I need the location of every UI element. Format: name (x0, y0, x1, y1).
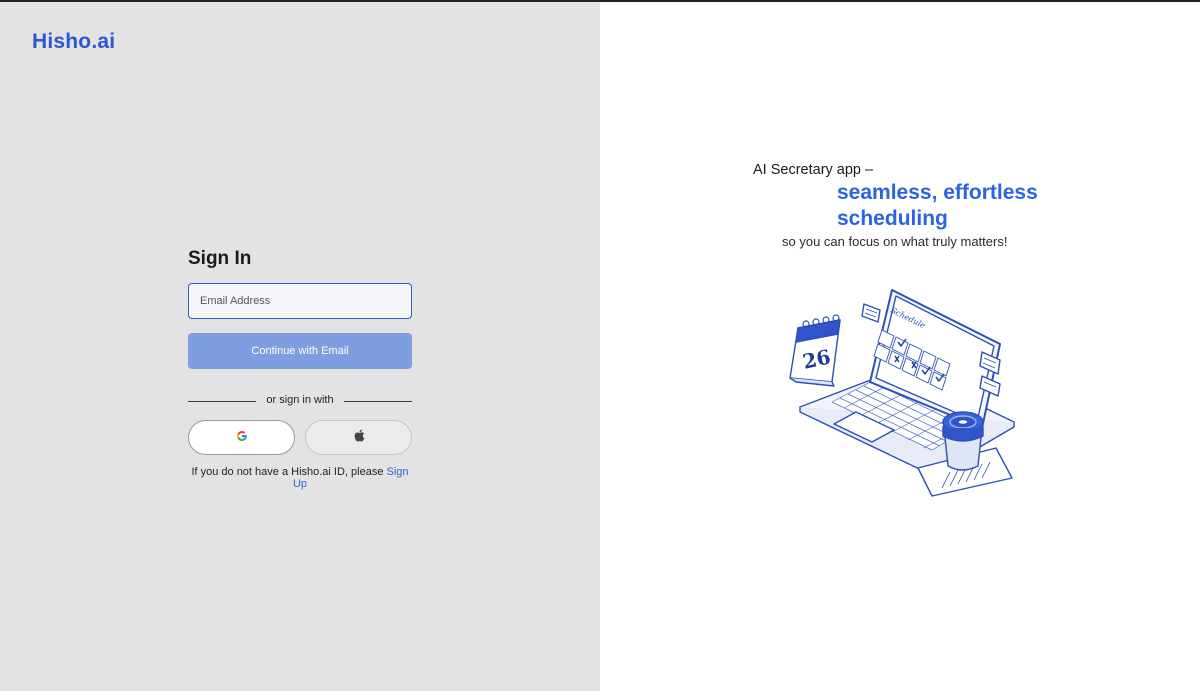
continue-with-email-button[interactable]: Continue with Email (188, 333, 412, 369)
email-field[interactable] (188, 283, 412, 319)
brand-logo[interactable]: Hisho.ai (32, 30, 115, 54)
google-signin-button[interactable] (188, 420, 295, 455)
signup-prompt: If you do not have a Hisho.ai ID, please… (188, 466, 412, 490)
apple-signin-button[interactable] (305, 420, 412, 455)
signin-divider: or sign in with (188, 394, 412, 408)
laptop-schedule-illustration: Schedule 26 (782, 282, 1022, 507)
promo-highlight: seamless, effortless scheduling (837, 180, 1097, 232)
promo-highlight-line1: seamless, effortless (837, 181, 1038, 204)
promo-headline: AI Secretary app – (753, 162, 874, 178)
signin-panel: Hisho.ai Sign In Continue with Email or … (0, 2, 600, 691)
signin-title: Sign In (188, 248, 252, 269)
divider-line-right (344, 401, 412, 402)
promo-highlight-line2: scheduling (837, 207, 948, 230)
google-icon (236, 429, 248, 447)
promo-subtext: so you can focus on what truly matters! (782, 234, 1008, 249)
signup-prompt-text: If you do not have a Hisho.ai ID, please (191, 466, 384, 478)
divider-text: or sign in with (266, 394, 334, 406)
apple-icon (353, 429, 365, 447)
